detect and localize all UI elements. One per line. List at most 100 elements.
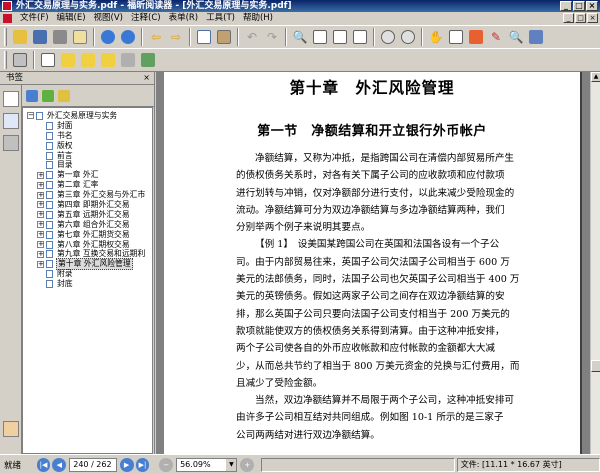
expand-icon[interactable]: + (37, 231, 44, 239)
expand-bookmark-icon[interactable] (58, 89, 70, 102)
zoom-dropdown-icon[interactable]: ▼ (226, 458, 237, 471)
zoom-in-button[interactable]: + (240, 457, 255, 472)
text-select-icon[interactable] (39, 51, 57, 70)
bookmark-item[interactable]: + 第二章 汇率 (23, 180, 152, 190)
bookmark-item[interactable]: + 第十章 外汇风险管理 (23, 258, 152, 271)
bookmark-item[interactable]: + 第六章 组合外汇交易 (23, 220, 152, 230)
find-icon[interactable]: 🔍 (507, 28, 525, 47)
print-icon[interactable] (51, 28, 69, 47)
close-button[interactable]: × (586, 1, 598, 11)
last-page-button[interactable]: ▶| (135, 457, 150, 472)
single-page-icon[interactable] (311, 28, 329, 47)
next-page-button[interactable]: ▶ (119, 457, 134, 472)
expand-icon[interactable]: + (37, 221, 44, 229)
bookmarks-tab-icon[interactable] (3, 91, 19, 107)
continuous-icon[interactable] (331, 28, 349, 47)
prev-page-button[interactable]: ◀ (52, 457, 67, 472)
scroll-up-button[interactable]: ▲ (591, 72, 600, 82)
back-icon[interactable]: ⇦ (147, 28, 165, 47)
redo-icon[interactable]: ↷ (263, 28, 281, 47)
undo-icon[interactable]: ↶ (243, 28, 261, 47)
attachments-tab-icon[interactable] (3, 421, 19, 437)
expand-icon[interactable]: + (37, 211, 44, 219)
doc-restore-button[interactable]: □ (575, 13, 586, 23)
zoom-out-button[interactable]: − (159, 457, 174, 472)
bookmark-item[interactable]: + 第七章 外汇期货交易 (23, 230, 152, 240)
document-menu-icon[interactable] (3, 14, 12, 23)
thumbnail-icon[interactable] (11, 51, 29, 70)
expand-icon[interactable]: + (37, 250, 44, 258)
toolbar-grip[interactable] (4, 51, 7, 69)
copy-icon[interactable] (195, 28, 213, 47)
doc-minimize-button[interactable]: _ (563, 13, 574, 23)
typewriter-icon[interactable] (59, 51, 77, 70)
scroll-thumb[interactable] (591, 360, 600, 372)
menu-edit[interactable]: 编辑(E) (53, 12, 90, 25)
toolbar-grip[interactable] (4, 28, 7, 46)
page-number-field[interactable]: 240 / 262 (69, 457, 117, 472)
save-icon[interactable] (31, 28, 49, 47)
menu-comment[interactable]: 注释(C) (127, 12, 165, 25)
next-page-icon[interactable] (119, 28, 137, 47)
note-icon[interactable] (79, 51, 97, 70)
menu-tools[interactable]: 工具(T) (202, 12, 239, 25)
expand-icon[interactable]: + (37, 191, 44, 199)
stamp-icon[interactable] (119, 51, 137, 70)
bookmark-item[interactable]: + 第一章 外汇 (23, 170, 152, 180)
vertical-scrollbar[interactable]: ▲ (590, 72, 600, 454)
bookmark-item[interactable]: 版权 (23, 141, 152, 151)
pen-icon[interactable]: ✎ (487, 28, 505, 47)
zoom-icon[interactable]: 🔍 (291, 28, 309, 47)
minimize-button[interactable]: _ (560, 1, 572, 11)
expand-icon[interactable]: + (37, 181, 44, 189)
add-bookmark-icon[interactable] (42, 89, 54, 102)
menu-form[interactable]: 表单(R) (165, 12, 203, 25)
maximize-button[interactable]: □ (573, 1, 585, 11)
zoom-in-icon[interactable] (399, 28, 417, 47)
hand-icon[interactable]: ✋ (427, 28, 445, 47)
bookmark-item[interactable]: + 第三章 外汇交易与外汇市 (23, 190, 152, 200)
bookmark-label: 前言 (57, 150, 73, 160)
pages-tab-icon[interactable] (3, 113, 19, 129)
doc-close-button[interactable]: × (587, 13, 598, 23)
document-view[interactable]: 第十章 外汇风险管理 第一节 净额结算和开立银行外币帐户 净额结算，又称为冲抵，… (156, 72, 600, 454)
menu-view[interactable]: 视图(V) (90, 12, 127, 25)
first-page-button[interactable]: |◀ (36, 457, 51, 472)
snapshot-icon[interactable] (467, 28, 485, 47)
prev-page-icon[interactable] (99, 28, 117, 47)
open-icon[interactable] (11, 28, 29, 47)
forward-icon[interactable]: ⇨ (167, 28, 185, 47)
expand-icon[interactable]: + (37, 201, 44, 209)
expand-icon[interactable]: + (37, 241, 44, 249)
delete-bookmark-icon[interactable] (26, 89, 38, 102)
email-icon[interactable] (71, 28, 89, 47)
bookmark-item[interactable]: 目录 (23, 160, 152, 170)
draw-icon[interactable] (139, 51, 157, 70)
bookmark-item[interactable]: + 第八章 外汇期权交易 (23, 240, 152, 250)
bookmark-item[interactable]: 封底 (23, 279, 152, 289)
paste-icon[interactable] (215, 28, 233, 47)
menu-file[interactable]: 文件(F) (16, 12, 53, 25)
expand-icon[interactable]: + (37, 171, 44, 179)
bookmark-label: 第八章 外汇期权交易 (57, 239, 130, 249)
bookmark-item[interactable]: 书名 (23, 131, 152, 141)
app-icon[interactable] (2, 1, 12, 11)
select-text-icon[interactable] (447, 28, 465, 47)
bookmark-item[interactable]: 附录 (23, 269, 152, 279)
bookmark-item[interactable]: − 外汇交易原理与实务 (23, 111, 152, 121)
panel-close-button[interactable]: × (143, 72, 150, 84)
collapse-icon[interactable]: − (27, 112, 34, 120)
facing-icon[interactable] (351, 28, 369, 47)
bookmark-item[interactable]: 封面 (23, 121, 152, 131)
zoom-field[interactable]: 56.09% ▼ (176, 457, 238, 472)
bookmark-label: 第六章 组合外汇交易 (57, 219, 130, 229)
bookmark-item[interactable]: 前言 (23, 151, 152, 161)
bookmark-item[interactable]: + 第四章 即期外汇交易 (23, 200, 152, 210)
layers-tab-icon[interactable] (3, 135, 19, 151)
menu-help[interactable]: 帮助(H) (239, 12, 277, 25)
highlight-icon[interactable] (99, 51, 117, 70)
bookmark-item[interactable]: + 第五章 远期外汇交易 (23, 210, 152, 220)
fit-icon[interactable] (527, 28, 545, 47)
zoom-out-icon[interactable] (379, 28, 397, 47)
expand-icon[interactable]: + (37, 260, 44, 268)
